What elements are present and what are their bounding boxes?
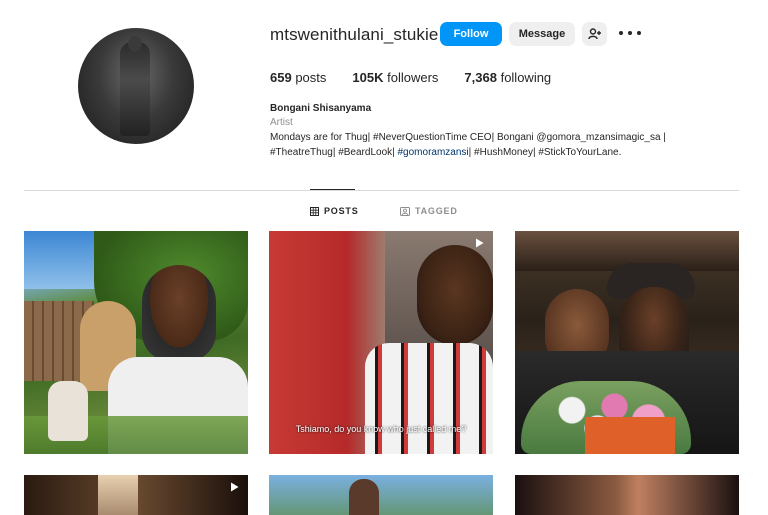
- post-statue: [48, 381, 88, 441]
- post-thumbnail[interactable]: Tshiamo, do you know who just called me?: [269, 231, 493, 454]
- dot: [637, 31, 641, 35]
- tab-tagged[interactable]: TAGGED: [400, 206, 458, 216]
- posts-count-value: 659: [270, 70, 292, 85]
- following-count[interactable]: 7,368 following: [464, 70, 551, 85]
- posts-count: 659 posts: [270, 70, 326, 85]
- tab-tagged-label: TAGGED: [415, 206, 458, 216]
- post-man-head: [142, 265, 216, 361]
- post-person: [349, 479, 379, 515]
- active-tab-indicator: [310, 189, 355, 190]
- profile-bio: Mondays are for Thug| #NeverQuestionTime…: [270, 130, 710, 160]
- post-man-shirt: [365, 343, 493, 454]
- following-count-label: following: [500, 70, 552, 85]
- reel-icon: [231, 482, 239, 492]
- tab-posts[interactable]: POSTS: [310, 206, 359, 216]
- grid-icon: [310, 206, 319, 216]
- message-button[interactable]: Message: [509, 22, 575, 46]
- tag-person-icon: [400, 206, 410, 216]
- profile-stats: 659 posts 105K followers 7,368 following: [270, 70, 577, 85]
- profile-avatar[interactable]: [78, 28, 194, 144]
- post-caption: Tshiamo, do you know who just called me?: [295, 424, 467, 434]
- following-count-value: 7,368: [464, 70, 497, 85]
- tabs-divider: [24, 190, 739, 191]
- bio-hashtags-b: | #HushMoney| #StickToYourLane.: [468, 147, 622, 158]
- profile-full-name: Bongani Shisanyama: [270, 103, 372, 114]
- profile-category: Artist: [270, 117, 293, 128]
- post-thumbnail[interactable]: [24, 475, 248, 515]
- posts-count-label: posts: [295, 70, 327, 85]
- bio-hashtags-a: #TheatreThug| #BeardLook|: [270, 147, 398, 158]
- followers-count-label: followers: [387, 70, 439, 85]
- post-orange-wrap: [585, 417, 675, 454]
- add-person-icon: [587, 28, 601, 40]
- followers-count-value: 105K: [352, 70, 384, 85]
- followers-count[interactable]: 105K followers: [352, 70, 438, 85]
- reel-icon: [476, 238, 484, 248]
- bio-line-1: Mondays are for Thug| #NeverQuestionTime…: [270, 132, 666, 143]
- tab-posts-label: POSTS: [324, 206, 359, 216]
- more-options-button[interactable]: [619, 25, 641, 41]
- bio-hashtag-link[interactable]: #gomoramzansi: [398, 147, 469, 158]
- dot: [619, 31, 623, 35]
- avatar-figure: [120, 36, 150, 136]
- dot: [628, 31, 632, 35]
- post-thumbnail[interactable]: [515, 475, 739, 515]
- post-light: [98, 475, 138, 515]
- post-thumbnail[interactable]: [269, 475, 493, 515]
- bio-line-2: #TheatreThug| #BeardLook| #gomoramzansi|…: [270, 145, 710, 160]
- suggested-users-button[interactable]: [582, 22, 607, 46]
- post-man-face: [417, 245, 493, 345]
- post-thumbnail[interactable]: [24, 231, 248, 454]
- profile-username: mtswenithulani_stukie: [270, 25, 439, 44]
- follow-button[interactable]: Follow: [440, 22, 502, 46]
- post-thumbnail[interactable]: [515, 231, 739, 454]
